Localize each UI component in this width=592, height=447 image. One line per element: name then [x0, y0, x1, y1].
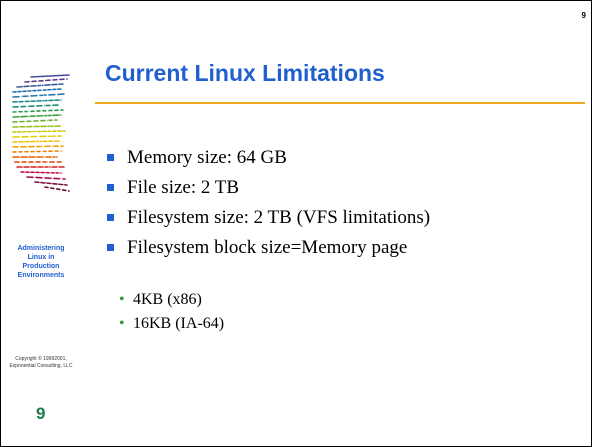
copyright-line: Exponential Consulting, LLC: [9, 363, 73, 369]
copyright-notice: Copyright © 19992001, Exponential Consul…: [1, 356, 81, 370]
bullet-text: Filesystem block size=Memory page: [127, 237, 408, 258]
course-title: Administering Linux in Production Enviro…: [1, 244, 81, 280]
copyright-line: Copyright © 19992001,: [15, 356, 67, 362]
bullet-item: File size: 2 TB: [105, 176, 430, 206]
square-bullet-icon: [107, 154, 114, 161]
course-title-line: Linux in: [27, 254, 55, 261]
title-underline: [95, 102, 585, 104]
slide-title: Current Linux Limitations: [105, 60, 385, 86]
bullet-text: File size: 2 TB: [127, 177, 240, 198]
sub-bullet-list: • 4KB (x86) • 16KB (IA-64): [119, 289, 224, 337]
bullet-text: Memory size: 64 GB: [127, 147, 287, 168]
sub-bullet-text: 16KB (IA-64): [133, 315, 225, 332]
slide: 9 Current Linux Limitations Administerin…: [0, 0, 592, 447]
sub-bullet-item: • 16KB (IA-64): [119, 313, 224, 337]
bullet-item: Memory size: 64 GB: [105, 146, 430, 176]
bullet-item: Filesystem size: 2 TB (VFS limitations): [105, 206, 430, 236]
course-title-line: Environments: [17, 272, 65, 279]
round-bullet-icon: •: [119, 315, 125, 332]
square-bullet-icon: [107, 214, 114, 221]
page-number-top: 9: [581, 11, 586, 20]
course-title-line: Administering: [17, 245, 65, 252]
square-bullet-icon: [107, 184, 114, 191]
course-title-line: Production: [22, 263, 60, 270]
bullet-text: Filesystem size: 2 TB (VFS limitations): [127, 207, 431, 228]
page-number-bottom: 9: [36, 404, 46, 423]
bullet-list: Memory size: 64 GB File size: 2 TB Files…: [105, 146, 430, 266]
sub-bullet-item: • 4KB (x86): [119, 289, 224, 313]
square-bullet-icon: [107, 244, 114, 251]
sub-bullet-text: 4KB (x86): [133, 291, 202, 308]
striped-colorful-logo-icon: [12, 74, 70, 192]
bullet-item: Filesystem block size=Memory page: [105, 236, 430, 266]
round-bullet-icon: •: [119, 291, 125, 308]
